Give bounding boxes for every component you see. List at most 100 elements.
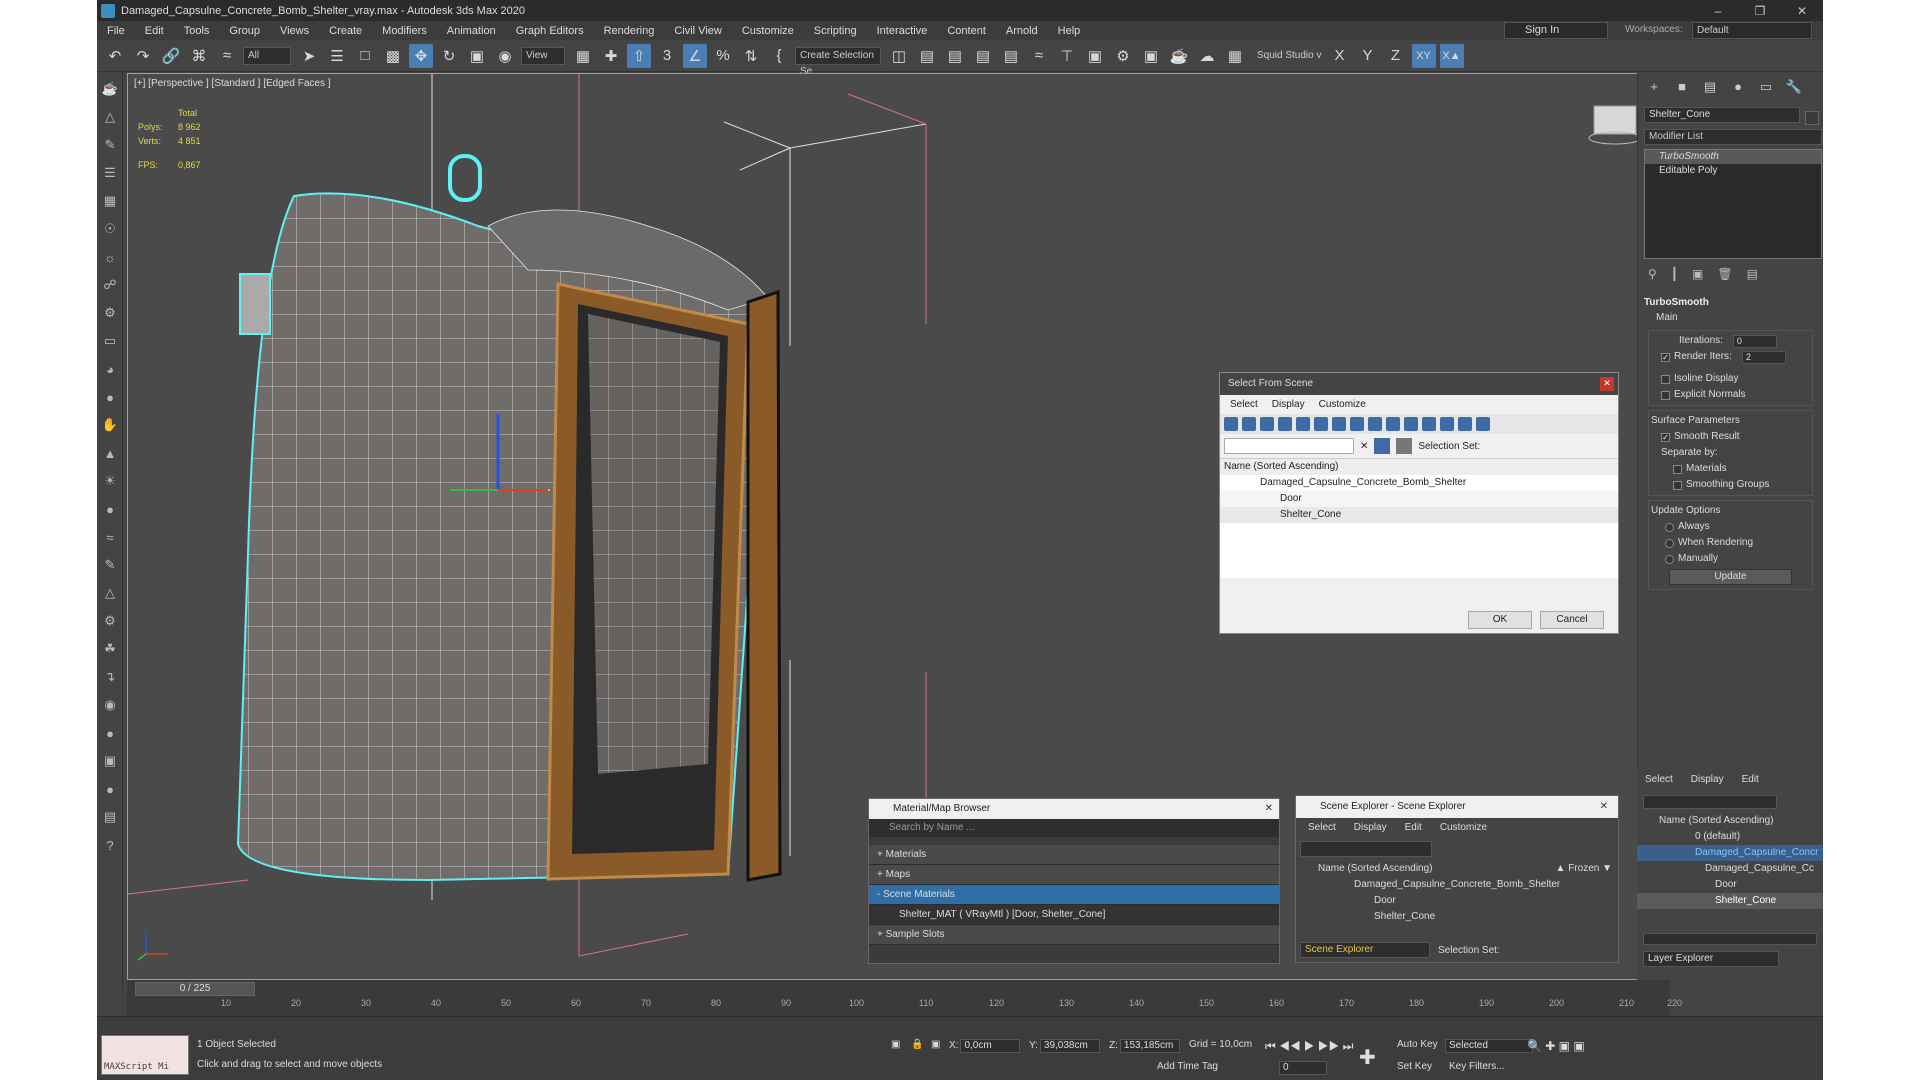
sx-tree-root[interactable]: Damaged_Capsulne_Concrete_Bomb_Shelter <box>1296 877 1618 893</box>
object-paint-icon[interactable]: ✎ <box>99 134 121 156</box>
menu-arnold[interactable]: Arnold <box>996 25 1048 37</box>
layer-row[interactable]: Door <box>1637 877 1823 893</box>
manually-radio[interactable] <box>1665 554 1674 564</box>
sx-explorer-dropdown[interactable]: Scene Explorer <box>1300 942 1430 958</box>
auto-key-button[interactable]: Auto Key <box>1397 1039 1438 1050</box>
modifier-list-dropdown[interactable]: Modifier List <box>1644 129 1822 145</box>
maxscript-listener[interactable]: MAXScript Mi <box>101 1035 189 1075</box>
select-by-name-icon[interactable]: ☰ <box>325 44 349 68</box>
scene-materials-group[interactable]: - Scene Materials <box>869 885 1279 905</box>
sky-icon[interactable]: ● <box>99 498 121 520</box>
menu-group[interactable]: Group <box>219 25 270 37</box>
minimize-icon[interactable]: – <box>1697 4 1739 18</box>
menu-create[interactable]: Create <box>319 25 372 37</box>
filter-toggle-icon[interactable] <box>1374 438 1391 454</box>
sfs-menu-customize[interactable]: Customize <box>1319 399 1366 410</box>
scene-explorer-toggle-icon[interactable]: ▤ <box>943 44 967 68</box>
display-all-icon[interactable] <box>1440 417 1454 431</box>
curve-editor-icon[interactable]: ≈ <box>1027 44 1051 68</box>
percent-snap-icon[interactable]: % <box>711 44 735 68</box>
invert-display-icon[interactable] <box>1476 417 1490 431</box>
material-search-input[interactable]: Search by Name ... <box>869 819 1279 837</box>
dome-icon[interactable]: ◕ <box>99 358 121 380</box>
display-none-icon[interactable] <box>1458 417 1472 431</box>
populate-icon[interactable]: ☰ <box>99 162 121 184</box>
current-frame-field[interactable]: 0 <box>1279 1061 1327 1075</box>
material-browser-close-icon[interactable]: ✕ <box>1265 799 1273 819</box>
grid-icon[interactable]: ▦ <box>99 190 121 212</box>
time-slider[interactable]: 0 / 225 <box>135 982 255 996</box>
materials-checkbox[interactable] <box>1673 464 1682 474</box>
motion-tab-icon[interactable]: ● <box>1728 79 1748 97</box>
frozen-filter-icon[interactable] <box>1404 417 1418 431</box>
export-icon[interactable]: ▤ <box>99 806 121 828</box>
iterations-spinner[interactable]: 0 <box>1732 334 1777 348</box>
axis-y-button[interactable]: Y <box>1356 44 1380 68</box>
pin-stack-icon[interactable]: ⚲ <box>1648 267 1657 281</box>
set-key-plus-icon[interactable]: ✚ <box>1359 1045 1376 1070</box>
object-name-field[interactable]: Shelter_Cone <box>1644 107 1800 123</box>
maps-group[interactable]: + Maps <box>869 865 1279 885</box>
ok-button[interactable]: OK <box>1468 611 1532 629</box>
layer-search-input[interactable] <box>1643 795 1777 809</box>
menu-animation[interactable]: Animation <box>437 25 506 37</box>
window-crossing-icon[interactable]: ▩ <box>381 44 405 68</box>
grass-icon[interactable]: ☘ <box>99 638 121 660</box>
light-filter-icon[interactable] <box>1260 417 1274 431</box>
place-icon[interactable]: ◉ <box>493 44 517 68</box>
rect-selection-icon[interactable]: □ <box>353 44 377 68</box>
render-icon[interactable]: ☕ <box>1167 44 1191 68</box>
menu-civil-view[interactable]: Civil View <box>664 25 731 37</box>
angle-snap-icon[interactable]: ∠ <box>683 43 707 68</box>
menu-content[interactable]: Content <box>937 25 996 37</box>
restore-icon[interactable]: ❐ <box>1739 4 1781 18</box>
container-filter-icon[interactable] <box>1386 417 1400 431</box>
layer-scrollbar[interactable] <box>1643 933 1817 945</box>
axis-x-button[interactable]: X <box>1328 44 1352 68</box>
spacewarp-filter-icon[interactable] <box>1314 417 1328 431</box>
menu-rendering[interactable]: Rendering <box>594 25 665 37</box>
shape-filter-icon[interactable] <box>1242 417 1256 431</box>
lock-icon[interactable]: 🔒 <box>911 1039 923 1050</box>
bind-space-warp-icon[interactable]: ≈ <box>215 44 239 68</box>
reference-coord-dropdown[interactable]: View <box>521 46 565 65</box>
geometry-filter-icon[interactable] <box>1224 417 1238 431</box>
menu-customize[interactable]: Customize <box>732 25 804 37</box>
close-icon[interactable]: ✕ <box>1781 4 1823 18</box>
layer-row[interactable]: Damaged_Capsulne_Cc <box>1637 861 1823 877</box>
material-editor-icon[interactable]: ▣ <box>1083 44 1107 68</box>
menu-modifiers[interactable]: Modifiers <box>372 25 437 37</box>
smoothing-groups-checkbox[interactable] <box>1673 480 1682 490</box>
cancel-button[interactable]: Cancel <box>1540 611 1604 629</box>
sphere-icon[interactable]: ● <box>99 386 121 408</box>
utilities-tab-icon[interactable]: 🔧 <box>1784 79 1804 97</box>
group-filter-icon[interactable] <box>1332 417 1346 431</box>
sfs-search-input[interactable] <box>1224 438 1354 454</box>
keyboard-shortcut-icon[interactable]: ⇧ <box>627 43 651 68</box>
key-filters-button[interactable]: Key Filters... <box>1449 1061 1505 1072</box>
vray-icon[interactable]: ◉ <box>99 694 121 716</box>
configure-sets-icon[interactable]: ▤ <box>1747 267 1758 281</box>
sun-icon[interactable]: ☀ <box>99 470 121 492</box>
always-radio[interactable] <box>1665 522 1674 532</box>
hierarchy-tab-icon[interactable]: ▤ <box>1700 79 1720 97</box>
sx-frozen-column[interactable]: ▲ Frozen ▼ <box>1556 861 1612 877</box>
sx-menu-display[interactable]: Display <box>1354 822 1387 833</box>
sx-column-header[interactable]: Name (Sorted Ascending) ▲ Frozen ▼ <box>1296 861 1618 877</box>
viewport-nav-icons[interactable]: 🔍 ✚ ▣ ▣ <box>1527 1039 1585 1053</box>
vfb-icon[interactable]: ▣ <box>99 750 121 772</box>
scale-icon[interactable]: ▣ <box>465 44 489 68</box>
selection-filter-dropdown[interactable]: All <box>243 46 291 65</box>
sx-search-input[interactable] <box>1300 841 1432 857</box>
sx-menu-customize[interactable]: Customize <box>1440 822 1487 833</box>
a360-icon[interactable]: ▦ <box>1223 44 1247 68</box>
layer-menu-display[interactable]: Display <box>1691 774 1724 785</box>
create-tab-icon[interactable]: + <box>1644 79 1664 97</box>
axis-z-button[interactable]: Z <box>1384 44 1408 68</box>
hair-icon[interactable]: ≈ <box>99 526 121 548</box>
align-icon[interactable]: ▤ <box>915 44 939 68</box>
add-time-tag[interactable]: Add Time Tag <box>1157 1061 1218 1072</box>
update-button[interactable]: Update <box>1669 569 1792 585</box>
bone-filter-icon[interactable] <box>1368 417 1382 431</box>
sfs-tree-root[interactable]: Damaged_Capsulne_Concrete_Bomb_Shelter <box>1220 475 1618 491</box>
